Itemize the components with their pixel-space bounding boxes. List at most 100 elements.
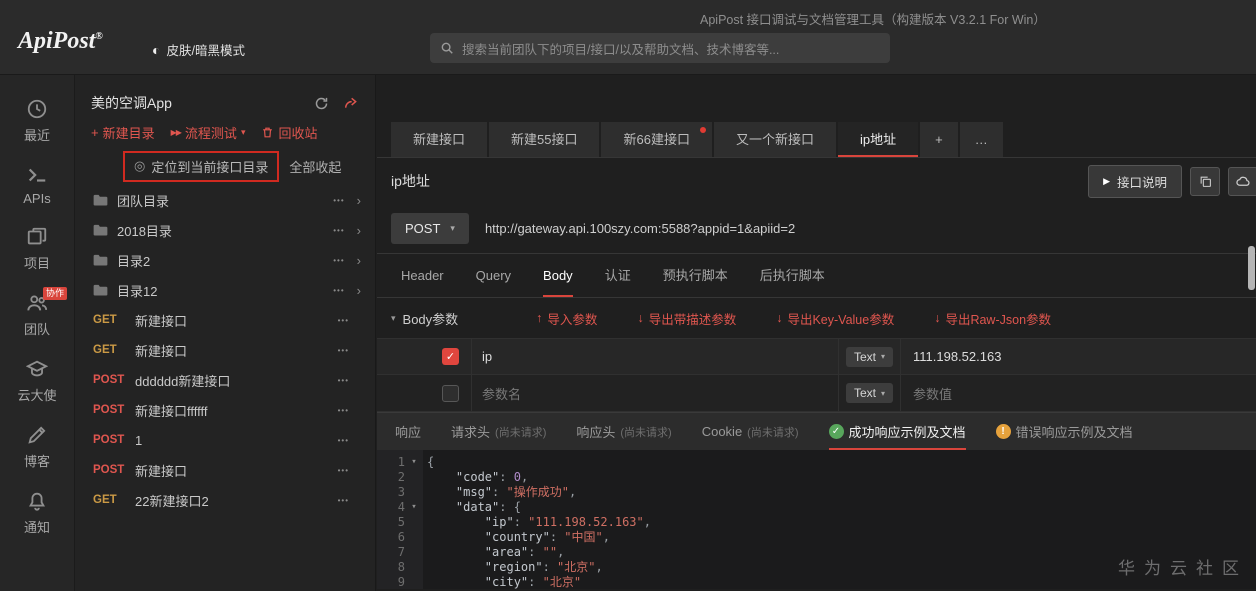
nav-apis[interactable]: APIs bbox=[0, 155, 74, 217]
cloud-save-button[interactable] bbox=[1228, 166, 1256, 196]
locate-current-button[interactable]: ◎ 定位到当前接口目录 bbox=[123, 150, 280, 182]
nav-team[interactable]: 协作 团队 bbox=[0, 283, 74, 349]
resp-tab-label: Cookie bbox=[701, 424, 743, 439]
api-row[interactable]: GET 新建接口 ••• bbox=[75, 335, 375, 365]
main-panel: 新建接口 新建55接口 新66建接口 又一个新接口 ip地址 + … ip地址 … bbox=[377, 75, 1256, 591]
tab-query[interactable]: Query bbox=[476, 254, 511, 297]
new-tab-button[interactable]: + bbox=[920, 122, 958, 157]
warning-circle-icon: ! bbox=[995, 424, 1011, 439]
chevron-right-icon[interactable]: › bbox=[357, 253, 361, 268]
tab-post-script[interactable]: 后执行脚本 bbox=[760, 254, 825, 297]
param-value-input[interactable]: 参数值 bbox=[913, 384, 952, 403]
body-params-toggle[interactable]: ▾ Body参数 bbox=[391, 309, 458, 328]
more-icon[interactable]: ••• bbox=[338, 436, 349, 445]
chevron-right-icon[interactable]: › bbox=[357, 223, 361, 238]
theme-toggle-button[interactable]: ◐ 皮肤/暗黑模式 bbox=[152, 40, 245, 59]
export-raw-link[interactable]: ↓ 导出Raw-Json参数 bbox=[934, 309, 1051, 328]
tab-header[interactable]: Header bbox=[401, 254, 444, 297]
more-icon[interactable]: ••• bbox=[338, 346, 349, 355]
tab-error-example[interactable]: ! 错误响应示例及文档 bbox=[995, 413, 1133, 450]
more-icon[interactable]: ••• bbox=[333, 256, 344, 265]
nav-blog[interactable]: 博客 bbox=[0, 415, 74, 481]
more-icon[interactable]: ••• bbox=[338, 316, 349, 325]
tab-item[interactable]: 新建接口 bbox=[391, 122, 488, 157]
url-input[interactable]: http://gateway.api.100szy.com:5588?appid… bbox=[485, 221, 795, 236]
param-value-input[interactable]: 111.198.52.163 bbox=[913, 349, 1001, 364]
logo-text: ApiPost bbox=[18, 28, 96, 54]
api-doc-button[interactable]: ▶ 接口说明 bbox=[1088, 164, 1182, 198]
tab-item-unsaved[interactable]: 新66建接口 bbox=[601, 122, 712, 157]
request-config-tabs: Header Query Body 认证 预执行脚本 后执行脚本 bbox=[377, 254, 1256, 298]
import-params-label: 导入参数 bbox=[547, 312, 598, 327]
folder-icon bbox=[93, 284, 108, 295]
global-search-input[interactable]: 搜索当前团队下的项目/接口/以及帮助文档、技术博客等... bbox=[430, 33, 890, 63]
tab-body[interactable]: Body bbox=[543, 254, 573, 297]
more-icon[interactable]: ••• bbox=[333, 286, 344, 295]
chevron-right-icon[interactable]: › bbox=[357, 283, 361, 298]
theme-icon: ◐ bbox=[152, 41, 161, 58]
export-desc-link[interactable]: ↓ 导出带描述参数 bbox=[637, 309, 736, 328]
nav-projects[interactable]: 项目 bbox=[0, 217, 74, 283]
recycle-bin-label: 回收站 bbox=[278, 125, 318, 141]
folder-row[interactable]: 2018目录 ••• › bbox=[75, 215, 375, 245]
response-example-editor[interactable]: 1 ▾{2 "code": 0, 3 "msg": "操作成功", 4 ▾ "data"… bbox=[377, 450, 1256, 589]
tab-response[interactable]: 响应 bbox=[395, 413, 421, 450]
new-folder-label: 新建目录 bbox=[102, 125, 155, 141]
nav-notifications[interactable]: 通知 bbox=[0, 481, 74, 547]
import-params-link[interactable]: ↑ 导入参数 bbox=[536, 309, 597, 328]
share-forward-icon[interactable] bbox=[343, 95, 359, 111]
tab-item[interactable]: 新建55接口 bbox=[489, 122, 600, 157]
flow-test-button[interactable]: ▶▶ 流程测试 ▾ bbox=[171, 123, 246, 142]
pencil-icon bbox=[28, 426, 46, 444]
recycle-bin-button[interactable]: 回收站 bbox=[261, 123, 317, 142]
refresh-icon[interactable] bbox=[314, 96, 329, 111]
tab-success-example[interactable]: ✓ 成功响应示例及文档 bbox=[828, 413, 966, 450]
api-row[interactable]: POST 1 ••• bbox=[75, 425, 375, 455]
method-label: POST bbox=[93, 464, 125, 476]
search-icon bbox=[441, 42, 453, 54]
folder-row[interactable]: 目录2 ••• › bbox=[75, 245, 375, 275]
api-row[interactable]: GET 22新建接口2 ••• bbox=[75, 485, 375, 515]
api-row[interactable]: POST 新建接口ffffff ••• bbox=[75, 395, 375, 425]
project-name[interactable]: 美的空调App bbox=[91, 93, 172, 113]
chevron-right-icon[interactable]: › bbox=[357, 193, 361, 208]
tab-pre-script[interactable]: 预执行脚本 bbox=[663, 254, 728, 297]
api-row[interactable]: POST dddddd新建接口 ••• bbox=[75, 365, 375, 395]
new-folder-button[interactable]: + 新建目录 bbox=[91, 123, 155, 142]
param-type-select[interactable]: Text ▾ bbox=[845, 346, 894, 367]
param-checkbox-unchecked[interactable] bbox=[442, 384, 459, 402]
tab-request-headers[interactable]: 请求头 (尚未请求) bbox=[451, 413, 546, 450]
more-icon[interactable]: ••• bbox=[333, 196, 344, 205]
method-label: GET bbox=[93, 314, 117, 326]
more-icon[interactable]: ••• bbox=[338, 496, 349, 505]
more-icon[interactable]: ••• bbox=[333, 226, 344, 235]
collapse-all-button[interactable]: 全部收起 bbox=[289, 157, 341, 176]
param-name-input[interactable]: 参数名 bbox=[482, 384, 521, 403]
api-row[interactable]: GET 新建接口 ••• bbox=[75, 305, 375, 335]
param-checkbox-checked[interactable]: ✓ bbox=[442, 348, 459, 365]
method-select[interactable]: POST ▾ bbox=[391, 213, 469, 244]
tab-cookie[interactable]: Cookie (尚未请求) bbox=[702, 413, 799, 450]
api-row[interactable]: POST 新建接口 ••• bbox=[75, 455, 375, 485]
tab-item[interactable]: 又一个新接口 bbox=[713, 122, 836, 157]
nav-recent[interactable]: 最近 bbox=[0, 89, 74, 155]
play-icon: ▶ bbox=[1103, 175, 1110, 186]
more-icon[interactable]: ••• bbox=[338, 406, 349, 415]
nav-ambassador[interactable]: 云大使 bbox=[0, 349, 74, 415]
tab-response-headers[interactable]: 响应头 (尚未请求) bbox=[576, 413, 671, 450]
more-icon[interactable]: ••• bbox=[338, 376, 349, 385]
tab-item-active[interactable]: ip地址 bbox=[837, 122, 919, 157]
folder-row[interactable]: 目录12 ••• › bbox=[75, 275, 375, 305]
trash-icon bbox=[263, 127, 273, 137]
more-icon[interactable]: ••• bbox=[338, 466, 349, 475]
window-title: ApiPost 接口调试与文档管理工具（构建版本 V3.2.1 For Win） bbox=[700, 13, 1046, 27]
copy-button[interactable] bbox=[1190, 166, 1220, 196]
tabs-more-button[interactable]: … bbox=[959, 122, 1003, 157]
tab-auth[interactable]: 认证 bbox=[605, 254, 631, 297]
param-name-input[interactable]: ip bbox=[482, 349, 492, 364]
scrollbar-thumb[interactable] bbox=[1248, 246, 1255, 290]
folder-row[interactable]: 团队目录 ••• › bbox=[75, 185, 375, 215]
bell-icon bbox=[29, 492, 45, 511]
export-kv-link[interactable]: ↓ 导出Key-Value参数 bbox=[776, 309, 894, 328]
param-type-select[interactable]: Text ▾ bbox=[845, 383, 894, 403]
